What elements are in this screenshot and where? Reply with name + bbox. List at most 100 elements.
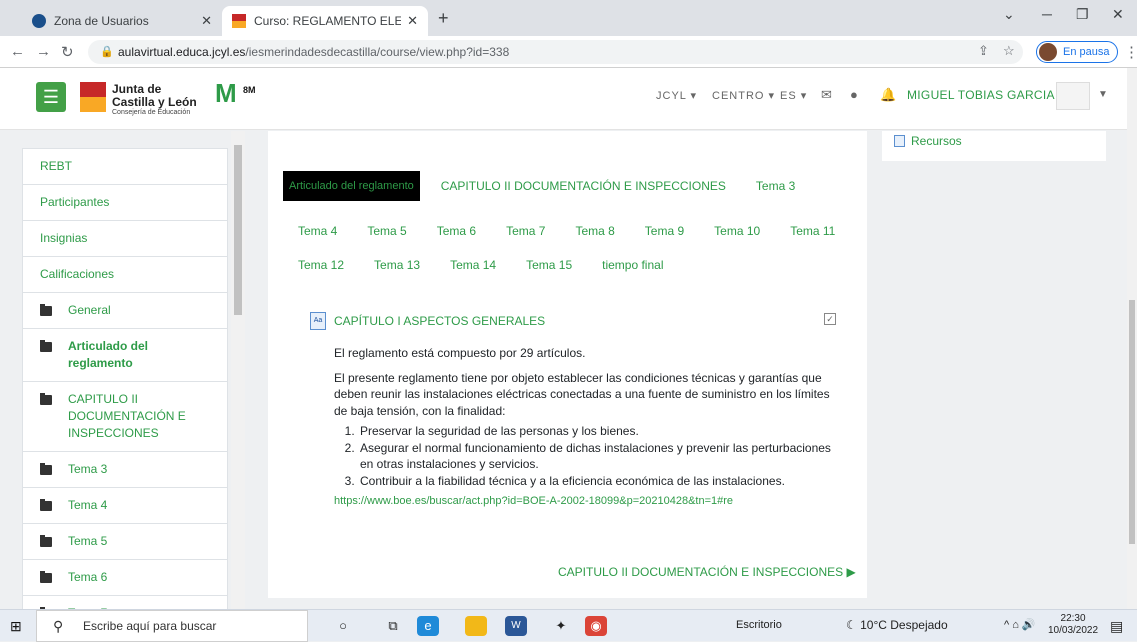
chat-icon[interactable]: ● bbox=[850, 87, 858, 102]
jcyl-logo[interactable]: Junta de Castilla y León Consejería de E… bbox=[80, 78, 200, 118]
browser-tab-curso[interactable]: Curso: REGLAMENTO ELECTROTÉ ✕ bbox=[222, 6, 428, 36]
course-tab[interactable]: Tema 9 bbox=[630, 218, 699, 244]
reload-icon[interactable]: ↻ bbox=[61, 43, 74, 61]
course-tab[interactable]: Tema 8 bbox=[560, 218, 629, 244]
drawer-item[interactable]: Tema 4 bbox=[22, 488, 228, 524]
course-tab[interactable]: Tema 13 bbox=[359, 252, 435, 278]
drawer-item-label: CAPITULO II DOCUMENTACIÓN E INSPECCIONES bbox=[68, 392, 186, 440]
search-icon: ⚲ bbox=[53, 618, 64, 634]
drawer-item[interactable]: Calificaciones bbox=[22, 257, 228, 293]
nav-jcyl[interactable]: JCYL ▾ bbox=[656, 89, 697, 102]
drawer-toggle-button[interactable]: ☰ bbox=[36, 82, 66, 112]
app-icon[interactable]: ✦ bbox=[550, 616, 572, 636]
messages-icon[interactable]: ✉ bbox=[821, 87, 832, 103]
drawer-scrollbar[interactable] bbox=[231, 131, 245, 609]
boe-link[interactable]: https://www.boe.es/buscar/act.php?id=BOE… bbox=[334, 493, 834, 510]
course-tab[interactable]: Tema 14 bbox=[435, 252, 511, 278]
weather-text: 10°C Despejado bbox=[860, 618, 948, 632]
weather-widget[interactable]: ☾ 10°C Despejado bbox=[846, 618, 948, 632]
logo-line1: Junta de bbox=[112, 82, 162, 96]
windows-start-icon[interactable]: ⊞ bbox=[10, 618, 22, 635]
cortana-icon[interactable]: ○ bbox=[332, 616, 354, 636]
url-field[interactable]: 🔒 aulavirtual.educa.jcyl.es/iesmerindade… bbox=[88, 40, 1023, 64]
page-scrollbar[interactable] bbox=[1127, 68, 1137, 609]
drawer-item[interactable]: Tema 3 bbox=[22, 452, 228, 488]
drawer-item[interactable]: REBT bbox=[22, 148, 228, 185]
date: 10/03/2022 bbox=[1048, 625, 1099, 636]
windows-taskbar: ⊞ ⚲ Escribe aquí para buscar ○ ⧉ e W ✦ ◉… bbox=[0, 609, 1137, 642]
course-tab[interactable]: Tema 7 bbox=[491, 218, 560, 244]
clock[interactable]: 22:30 10/03/2022 bbox=[1048, 613, 1098, 637]
drawer-item[interactable]: Participantes bbox=[22, 185, 228, 221]
course-tab[interactable]: Tema 11 bbox=[775, 218, 850, 244]
course-tab[interactable]: Tema 10 bbox=[699, 218, 775, 244]
word-icon[interactable]: W bbox=[505, 616, 527, 636]
drawer-item-label: REBT bbox=[40, 159, 73, 173]
course-tab[interactable]: tiempo final bbox=[587, 252, 678, 278]
page-scrollbar-thumb[interactable] bbox=[1129, 300, 1135, 544]
new-tab-button[interactable]: + bbox=[438, 8, 449, 29]
restore-button[interactable]: ❐ bbox=[1076, 6, 1089, 23]
drawer-item[interactable]: Tema 7 bbox=[22, 596, 228, 609]
course-tab[interactable]: Tema 5 bbox=[352, 218, 421, 244]
course-tab[interactable]: Tema 12 bbox=[283, 252, 359, 278]
activity-title-link[interactable]: CAPÍTULO I ASPECTOS GENERALES bbox=[334, 314, 545, 328]
drawer-scrollbar-thumb[interactable] bbox=[234, 145, 242, 315]
tab-title: Zona de Usuarios bbox=[54, 14, 149, 28]
minimize-button[interactable]: ─ bbox=[1042, 6, 1052, 22]
back-arrow-icon[interactable]: ← bbox=[10, 43, 25, 60]
course-tab[interactable]: Tema 15 bbox=[511, 252, 587, 278]
drawer-item-label: Tema 5 bbox=[68, 534, 108, 548]
system-tray-icons[interactable]: ^ ⌂ 🔊 bbox=[1004, 618, 1036, 631]
chrome-icon[interactable]: ◉ bbox=[585, 616, 607, 636]
close-tab-icon[interactable]: ✕ bbox=[407, 13, 418, 29]
folder-icon bbox=[40, 393, 52, 405]
user-menu-caret-icon[interactable]: ▼ bbox=[1098, 89, 1108, 100]
purpose-list: Preservar la seguridad de las personas y… bbox=[334, 423, 834, 489]
close-window-button[interactable]: ✕ bbox=[1112, 6, 1124, 23]
course-tabs-row2: Tema 4 Tema 5 Tema 6 Tema 7 Tema 8 Tema 9 Tema… bbox=[283, 218, 850, 244]
browser-menu-icon[interactable]: ⋮ bbox=[1124, 43, 1137, 61]
resources-icon bbox=[894, 135, 905, 147]
m-letter-icon: M bbox=[215, 78, 237, 108]
bookmark-star-icon[interactable]: ☆ bbox=[1003, 43, 1015, 59]
completion-checkbox[interactable]: ✓ bbox=[824, 313, 836, 325]
course-tab[interactable]: Tema 3 bbox=[741, 171, 810, 201]
drawer-item[interactable]: Tema 6 bbox=[22, 560, 228, 596]
moon-icon: ☾ bbox=[846, 618, 857, 632]
course-section: Articulado del reglamento CAPITULO II DOC… bbox=[268, 131, 867, 598]
taskbar-search[interactable]: ⚲ Escribe aquí para buscar bbox=[36, 610, 308, 642]
notification-center-icon[interactable]: ▤ bbox=[1110, 618, 1123, 635]
page-resource-icon: Aa bbox=[310, 312, 326, 330]
course-tab[interactable]: Articulado del reglamento bbox=[283, 171, 420, 201]
course-tab[interactable]: Tema 4 bbox=[283, 218, 352, 244]
drawer-item[interactable]: Insignias bbox=[22, 221, 228, 257]
file-explorer-icon[interactable] bbox=[465, 616, 487, 636]
share-icon[interactable]: ⇪ bbox=[978, 43, 989, 59]
browser-tab-zona-usuarios[interactable]: Zona de Usuarios ✕ bbox=[22, 6, 222, 36]
drawer-item-label: Tema 3 bbox=[68, 462, 108, 476]
user-name[interactable]: MIGUEL TOBIAS GARCIA bbox=[907, 88, 1055, 102]
nav-centro[interactable]: CENTRO ▾ bbox=[712, 89, 775, 102]
drawer-item[interactable]: CAPITULO II DOCUMENTACIÓN E INSPECCIONES bbox=[22, 382, 228, 452]
folder-icon bbox=[40, 463, 52, 475]
notifications-bell-icon[interactable]: 🔔 bbox=[880, 87, 896, 103]
resources-link[interactable]: Recursos bbox=[894, 134, 962, 148]
next-section-link[interactable]: CAPITULO II DOCUMENTACIÓN E INSPECCIONES… bbox=[558, 565, 856, 579]
activity-page: Aa CAPÍTULO I ASPECTOS GENERALES ✓ El re… bbox=[310, 311, 850, 507]
desktop-label[interactable]: Escritorio bbox=[736, 619, 782, 631]
edge-icon[interactable]: e bbox=[417, 616, 439, 636]
drawer-item[interactable]: General bbox=[22, 293, 228, 329]
nav-language[interactable]: ES ▾ bbox=[780, 89, 807, 102]
task-view-icon[interactable]: ⧉ bbox=[382, 616, 404, 636]
user-avatar[interactable] bbox=[1056, 82, 1090, 110]
8m-logo: M 8M bbox=[215, 78, 259, 118]
drawer-item[interactable]: Tema 5 bbox=[22, 524, 228, 560]
course-tab[interactable]: Tema 6 bbox=[422, 218, 491, 244]
forward-arrow-icon[interactable]: → bbox=[36, 43, 51, 60]
course-tab[interactable]: CAPITULO II DOCUMENTACIÓN E INSPECCIONES bbox=[426, 171, 741, 201]
tab-search-icon[interactable]: ⌄ bbox=[1003, 6, 1015, 23]
drawer-item[interactable]: Articulado del reglamento bbox=[22, 329, 228, 382]
close-tab-icon[interactable]: ✕ bbox=[201, 13, 212, 29]
profile-pause-button[interactable]: En pausa bbox=[1036, 41, 1119, 63]
